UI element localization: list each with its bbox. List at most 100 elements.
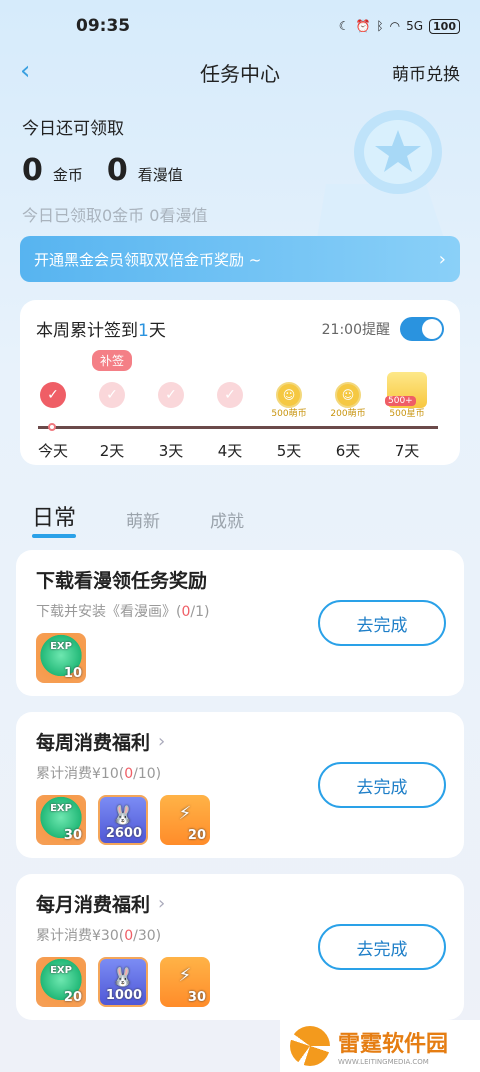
checkin-title: 本周累计签到1天 [36,316,166,341]
task-title-text: 下载看漫领任务奖励 [36,570,208,592]
reward-amount: 30 [63,828,82,843]
moon-icon: ☾ [338,19,350,33]
vip-banner[interactable]: 开通黑金会员领取双倍金币奖励 ~ › [20,236,460,282]
checkin-day: ✓ [23,382,83,408]
bunny-glyph: 🐰 [111,805,135,826]
watermark: 雷霆软件园 WWW.LEITINGMEDIA.COM [280,1020,480,1072]
coin-illustration [316,110,446,244]
day-label: 5天 [276,442,302,460]
check-icon: ✓ [99,382,125,408]
coins-value: 0 [22,153,43,188]
watermark-text: 雷霆软件园 WWW.LEITINGMEDIA.COM [338,1026,448,1066]
task-title-text: 每月消费福利 [36,894,151,916]
bluetooth-icon: ᛒ [376,19,384,33]
go-complete-button[interactable]: 去完成 [318,924,446,970]
exp-reward-icon: EXP 20 [36,957,86,1007]
checkin-day: ☺ 500萌币 [259,382,319,419]
tab-daily[interactable]: 日常 [32,500,77,538]
progress-track [38,426,438,429]
reward-amount: 10 [63,666,82,681]
reward-amount: 30 [187,990,206,1005]
day-label: 7天 [394,442,420,460]
reward-amount: 1000 [105,988,142,1003]
watch-value: 0 [106,153,128,188]
reward-amount: 2600 [105,826,142,841]
task-title: 下载看漫领任务奖励 [36,566,444,593]
alarm-icon: ⏰ [355,19,371,33]
exp-glyph: EXP [50,803,72,814]
exp-reward-icon: EXP 30 [36,795,86,845]
task-title[interactable]: 每周消费福利 › [36,728,444,755]
checkin-day: ✓ [82,382,142,408]
status-icons: ☾ ⏰ ᛒ ◠ 5G 100 [338,18,460,34]
task-card: 每月消费福利 › 累计消费¥30(0/30) EXP 20 🐰 1000 ⚡ 30 去完成 [16,874,464,1020]
checkin-day: ☺ 200萌币 [318,382,378,419]
task-subtitle-progress: 0 [124,928,134,944]
gift-tag: 500+ [385,396,416,406]
task-subtitle-sub-suffix: /1) [190,604,210,620]
chevron-right-icon: › [158,893,166,914]
task-title[interactable]: 每月消费福利 › [36,890,444,917]
chevron-right-icon: › [438,248,446,270]
tab-achievement[interactable]: 成就 [210,507,244,532]
bunny-reward-icon: 🐰 1000 [98,957,148,1007]
reward-amount: 20 [63,990,82,1005]
task-card: 下载看漫领任务奖励 下载并安装《看漫画》(0/1) EXP 10 去完成 [16,550,464,696]
wifi-icon: ◠ [389,19,401,33]
task-subtitle-sub-suffix: /30) [133,928,162,944]
task-subtitle-sub-prefix: 累计消费¥10( [36,766,125,782]
nav-bar: ‹ 任务中心 萌币兑换 [0,52,480,92]
task-subtitle-sub-prefix: 下载并安装《看漫画》( [36,604,182,620]
bunny-glyph: 🐰 [111,967,135,988]
bolt-glyph: ⚡ [178,803,192,824]
checkin-title-prefix: 本周累计签到 [36,321,138,341]
watermark-logo [290,1026,330,1066]
battery-indicator: 100 [429,18,460,34]
checkin-title-suffix: 天 [148,321,166,341]
day-label: 6天 [335,442,361,460]
watermark-name: 雷霆软件园 [338,1032,449,1057]
day-label: 3天 [158,442,184,460]
go-complete-button[interactable]: 去完成 [318,762,446,808]
coins-unit: 金币 [52,166,83,184]
bolt-reward-icon: ⚡ 20 [160,795,210,845]
watermark-url: WWW.LEITINGMEDIA.COM [338,1058,429,1066]
bolt-glyph: ⚡ [178,965,192,986]
day-reward-label: 500萌币 [271,409,307,419]
tab-newbie[interactable]: 萌新 [126,507,160,532]
day-label: 4天 [217,442,243,460]
coin-exchange-link[interactable]: 萌币兑换 [392,60,460,85]
gift-box-icon: 500+ [385,372,427,408]
vip-banner-text: 开通黑金会员领取双倍金币奖励 ~ [34,250,262,269]
task-title-text: 每周消费福利 [36,732,151,754]
makeup-checkin-badge[interactable]: 补签 [92,350,133,371]
checkin-day: ✓ [200,382,260,408]
checkin-day: ✓ [141,382,201,408]
task-subtitle-sub-suffix: /10) [133,766,162,782]
day-reward-label: 200萌币 [330,409,366,419]
reminder-toggle[interactable] [400,316,444,341]
bolt-reward-icon: ⚡ 30 [160,957,210,1007]
signal-label: 5G [406,19,424,33]
reward-amount: 20 [187,828,206,843]
check-icon: ✓ [158,382,184,408]
task-subtitle-progress: 0 [124,766,134,782]
task-subtitle-sub-prefix: 累计消费¥30( [36,928,125,944]
check-icon: ✓ [40,382,66,408]
exp-glyph: EXP [50,965,72,976]
check-icon: ✓ [217,382,243,408]
reminder-time: 21:00提醒 [321,321,390,338]
checkin-day: 500+ 500星币 [377,372,437,419]
checkin-count: 1 [138,321,149,341]
chevron-right-icon: › [158,731,166,752]
back-arrow-icon[interactable]: ‹ [20,58,44,84]
exp-reward-icon: EXP 10 [36,633,86,683]
checkin-header: 本周累计签到1天 21:00提醒 [36,316,444,341]
coin-icon: ☺ [276,382,302,408]
progress-marker [48,423,56,431]
go-complete-button[interactable]: 去完成 [318,600,446,646]
coin-icon: ☺ [335,382,361,408]
status-time: 09:35 [76,16,131,36]
bunny-reward-icon: 🐰 2600 [98,795,148,845]
checkin-card: 本周累计签到1天 21:00提醒 补签 ✓ 今天 ✓ 2天 ✓ 3天 ✓ 4天 ☺ 500萌币 5天… [20,300,460,465]
